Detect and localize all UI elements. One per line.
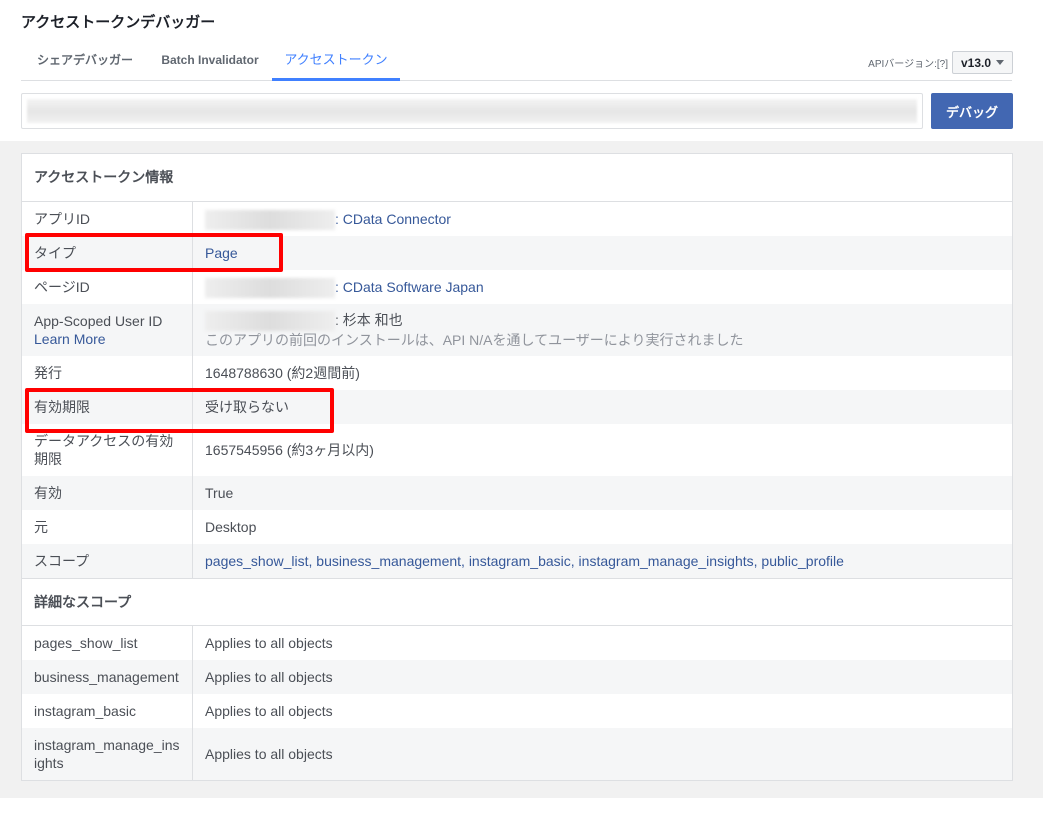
app-link[interactable]: : CData Connector: [335, 211, 451, 227]
highlight-box-expires: [25, 388, 334, 433]
redacted-id: [205, 311, 335, 331]
value: 1648788630 (約2週間前): [193, 356, 1012, 390]
row-valid: 有効True: [22, 476, 1012, 510]
value: Page: [193, 236, 1012, 270]
access-token-input[interactable]: [21, 93, 923, 129]
detailed-scopes-header: 詳細なスコープ: [22, 578, 1012, 626]
page-title: アクセストークンデバッガー: [21, 11, 215, 32]
label: App-Scoped User ID: [34, 312, 180, 330]
tab-access-token[interactable]: アクセストークン: [272, 44, 400, 81]
api-version-value: v13.0: [961, 56, 991, 70]
row-origin: 元Desktop: [22, 510, 1012, 544]
label: 元: [22, 510, 193, 544]
api-version-select[interactable]: v13.0: [952, 51, 1013, 74]
install-note: このアプリの前回のインストールは、API N/Aを通してユーザーにより実行されま…: [205, 331, 1000, 349]
label: 有効: [22, 476, 193, 510]
api-version: APIバージョン:[?] v13.0: [868, 51, 1013, 74]
value: Desktop: [193, 510, 1012, 544]
table-row: business_managementApplies to all object…: [22, 660, 1012, 694]
row-app-id: アプリID : CData Connector: [22, 202, 1012, 236]
value: True: [193, 476, 1012, 510]
token-info-header: アクセストークン情報: [22, 154, 1012, 202]
label: アプリID: [22, 202, 193, 236]
table-row: pages_show_listApplies to all objects: [22, 626, 1012, 660]
label: 発行: [22, 356, 193, 390]
table-row: instagram_basicApplies to all objects: [22, 694, 1012, 728]
page-link[interactable]: : CData Software Japan: [335, 279, 484, 295]
redacted-id: [205, 210, 335, 230]
tab-batch-invalidator[interactable]: Batch Invalidator: [149, 44, 271, 81]
tab-bar: シェアデバッガー Batch Invalidator アクセストークン: [21, 44, 1012, 81]
api-version-label: APIバージョン:[?]: [868, 55, 948, 70]
row-page-id: ページID : CData Software Japan: [22, 270, 1012, 304]
scope-value: Applies to all objects: [193, 660, 1012, 694]
learn-more-link[interactable]: Learn More: [34, 330, 180, 348]
value: pages_show_list, business_management, in…: [193, 544, 1012, 578]
chevron-down-icon: [996, 60, 1004, 65]
scope-name: instagram_manage_insights: [22, 728, 193, 780]
redacted-token: [27, 99, 917, 123]
scope-name: pages_show_list: [22, 626, 193, 660]
label: スコープ: [22, 544, 193, 578]
row-user-id: App-Scoped User IDLearn More : 杉本 和也このアプリ…: [22, 304, 1012, 356]
scope-value: Applies to all objects: [193, 694, 1012, 728]
row-scopes: スコープpages_show_list, business_management…: [22, 544, 1012, 578]
row-issued: 発行1648788630 (約2週間前): [22, 356, 1012, 390]
table-row: instagram_manage_insightsApplies to all …: [22, 728, 1012, 780]
redacted-id: [205, 278, 335, 298]
scope-value: Applies to all objects: [193, 728, 1012, 780]
footer-space: [0, 798, 1043, 818]
user-name: : 杉本 和也: [335, 312, 403, 328]
debug-button[interactable]: デバッグ: [931, 93, 1013, 129]
tab-share-debugger[interactable]: シェアデバッガー: [21, 44, 149, 81]
scope-value: Applies to all objects: [193, 626, 1012, 660]
highlight-box-type: [25, 233, 283, 272]
label: ページID: [22, 270, 193, 304]
scope-name: business_management: [22, 660, 193, 694]
scope-name: instagram_basic: [22, 694, 193, 728]
